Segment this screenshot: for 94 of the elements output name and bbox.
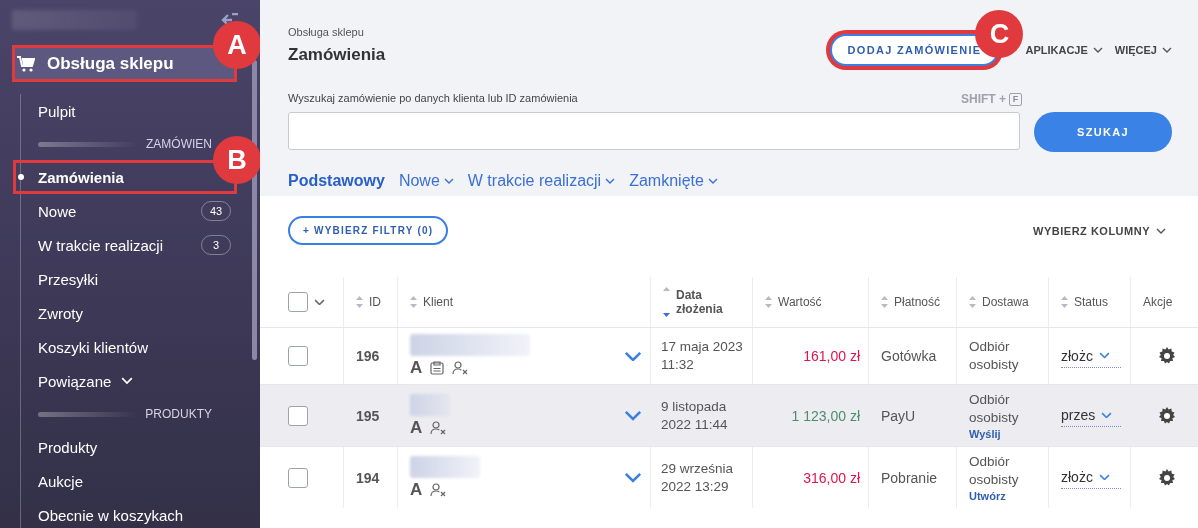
section-heading: ZAMÓWIEN	[146, 137, 212, 151]
order-id: 196	[356, 348, 381, 364]
sidebar-item[interactable]: Przesyłki	[13, 262, 237, 296]
sidebar-item[interactable]: Powiązane	[13, 364, 237, 398]
sort-icon[interactable]	[881, 296, 888, 308]
scrollbar[interactable]	[252, 60, 257, 360]
table-row[interactable]: 195 A 9 listopada 2022 11:44 1 123,00 zł PayU Odbiór osobisty Wyślij przes	[260, 384, 1198, 447]
menu-button[interactable]: WIĘCEJ	[1114, 44, 1172, 56]
settings-icon[interactable]	[1157, 406, 1176, 425]
sort-icon[interactable]	[765, 296, 772, 308]
sidebar-item[interactable]: Aukcje	[13, 464, 237, 498]
order-value: 1 123,00 zł	[791, 407, 860, 424]
sort-icon[interactable]	[1061, 296, 1068, 308]
order-value: 161,00 zł	[803, 348, 860, 364]
column-header[interactable]: ID	[369, 295, 381, 309]
search-label: Wyszukaj zamówienie po danych klienta lub ID zamówienia	[288, 92, 578, 106]
shortcut-key: F	[1009, 92, 1022, 106]
column-header[interactable]: Dostawa	[982, 295, 1029, 309]
search-button[interactable]: SZUKAJ	[1034, 112, 1172, 152]
page-title: Zamówienia	[288, 44, 386, 65]
sort-icon[interactable]	[663, 287, 670, 317]
sidebar-item[interactable]: Obecnie w koszykach	[13, 498, 237, 528]
sidebar-item[interactable]: Nowe 43	[13, 194, 237, 228]
user-x-icon[interactable]	[430, 420, 447, 435]
chevron-icon[interactable]	[314, 298, 325, 306]
section-heading: PRODUKTY	[145, 407, 212, 421]
shortcut-hint: SHIFT +	[961, 92, 1006, 106]
status-select[interactable]: złożc	[1061, 344, 1121, 368]
delivery-method: Odbiór osobisty	[969, 453, 1020, 489]
delivery-method: Odbiór osobisty	[969, 338, 1020, 374]
order-id: 195	[356, 407, 381, 424]
client-mark: A	[410, 479, 423, 500]
column-header[interactable]: Akcje	[1143, 295, 1173, 309]
settings-icon[interactable]	[1157, 347, 1176, 365]
row-checkbox[interactable]	[288, 405, 308, 426]
column-header[interactable]: Data złożenia	[676, 287, 721, 317]
column-header[interactable]: Klient	[423, 295, 454, 309]
client-mark: A	[410, 417, 423, 438]
select-all-checkbox[interactable]	[288, 292, 308, 312]
chevron-icon	[121, 377, 134, 385]
row-checkbox[interactable]	[288, 467, 308, 488]
row-checkbox[interactable]	[288, 346, 308, 366]
sort-icon[interactable]	[356, 296, 363, 308]
column-header[interactable]: Status	[1074, 295, 1109, 309]
tab[interactable]: W trakcie realizacji	[467, 166, 616, 196]
chevron-icon	[1092, 47, 1103, 53]
chevron-icon	[1098, 473, 1110, 481]
expand-chevron-icon[interactable]	[624, 410, 642, 421]
client-mark: A	[410, 358, 423, 378]
order-date: 29 września 2022 13:29	[661, 460, 735, 496]
tab[interactable]: Zamknięte	[629, 166, 718, 196]
menu-button[interactable]: APLIKACJE	[1025, 44, 1103, 56]
delivery-method: Odbiór osobisty	[969, 391, 1020, 427]
sort-icon[interactable]	[969, 296, 976, 308]
column-header[interactable]: Wartość	[778, 295, 822, 309]
user-x-icon[interactable]	[430, 482, 447, 497]
status-select[interactable]: przes	[1061, 404, 1121, 428]
chevron-icon	[1098, 352, 1110, 359]
sidebar-item[interactable]: W trakcie realizacji 3	[13, 228, 237, 262]
blurred-name	[410, 393, 450, 416]
order-id: 194	[356, 469, 381, 486]
settings-icon[interactable]	[1157, 468, 1176, 487]
expand-chevron-icon[interactable]	[624, 472, 642, 484]
delivery-link[interactable]: Utwórz	[969, 490, 1040, 503]
status-select[interactable]: złożc	[1061, 466, 1121, 490]
sidebar-item[interactable]: Produkty	[13, 430, 237, 464]
columns-button[interactable]: WYBIERZ KOLUMNY	[1027, 223, 1172, 238]
payment-method: Pobranie	[881, 469, 939, 486]
delivery-link[interactable]: Wyślij	[969, 428, 1040, 441]
cart-icon	[17, 55, 35, 72]
chevron-icon	[1156, 227, 1166, 234]
clipboard-icon[interactable]	[430, 361, 445, 375]
tab[interactable]: Nowe	[398, 166, 454, 196]
chevron-icon	[1101, 411, 1113, 419]
order-date: 17 maja 2023 11:32	[661, 338, 744, 374]
column-header[interactable]: Płatność	[894, 295, 941, 309]
breadcrumb: Obsługa sklepu	[288, 25, 365, 38]
sidebar-item[interactable]: Zwroty	[13, 296, 237, 330]
search-field[interactable]	[288, 112, 1020, 150]
table-row[interactable]: 194 A 29 września 2022 13:29 316,00 zł Pobranie Odbiór osobisty Utwórz złożc	[260, 446, 1198, 509]
payment-method: Gotówka	[881, 348, 938, 364]
sidebar-item[interactable]: Koszyki klientów	[13, 330, 237, 364]
user-x-icon[interactable]	[452, 361, 469, 375]
chevron-icon	[1162, 47, 1172, 53]
blurred-name	[410, 455, 480, 478]
order-date: 9 listopada 2022 11:44	[661, 398, 729, 434]
filter-button[interactable]: + WYBIERZ FILTRY (0)	[288, 216, 449, 245]
callout-badge: A	[213, 21, 260, 69]
callout-badge: B	[213, 136, 260, 184]
sort-icon[interactable]	[410, 296, 417, 308]
sidebar-item[interactable]: Pulpit	[13, 94, 237, 128]
order-value: 316,00 zł	[803, 469, 860, 486]
expand-chevron-icon[interactable]	[624, 350, 642, 362]
payment-method: PayU	[881, 407, 917, 424]
